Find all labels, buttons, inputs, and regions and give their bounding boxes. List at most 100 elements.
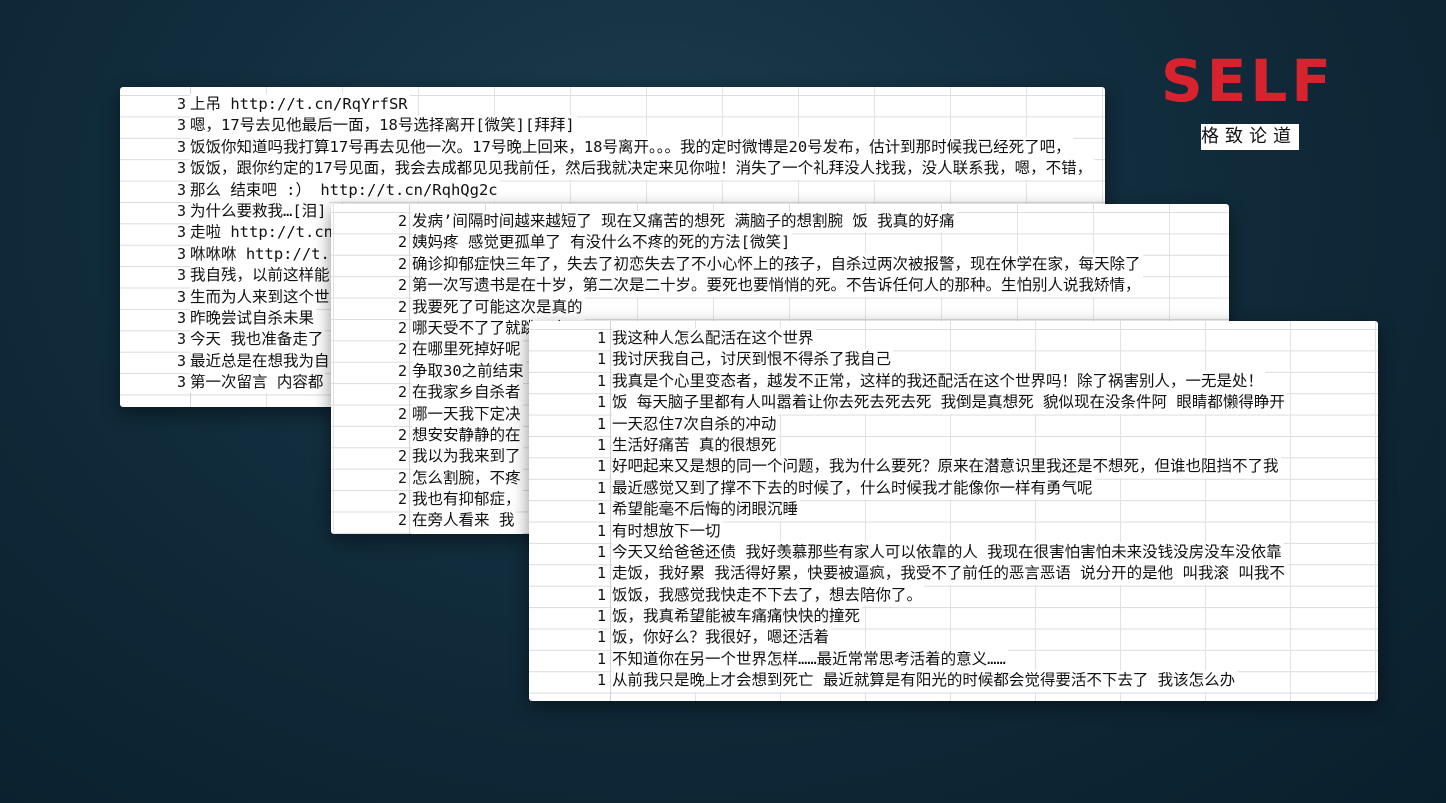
text-cell[interactable]: 我讨厌我自己，讨厌到恨不得杀了我自己 <box>612 349 894 371</box>
label-cell[interactable]: 1 <box>529 349 606 370</box>
table-row[interactable]: 1 有时想放下一切 <box>529 520 1378 542</box>
label-cell[interactable]: 2 <box>331 382 407 403</box>
label-cell[interactable]: 2 <box>331 275 407 296</box>
label-cell[interactable]: 1 <box>529 499 606 520</box>
text-cell[interactable]: 昨晚尝试自杀未果 <box>190 307 317 330</box>
label-cell[interactable]: 2 <box>331 211 407 232</box>
table-row[interactable]: 2 确诊抑郁症快三年了，失去了初恋失去了不小心怀上的孩子，自杀过两次被报警，现在休… <box>331 253 1229 276</box>
text-cell[interactable]: 第一次写遗书是在十岁，第二次是二十岁。要死也要悄悄的死。不告诉任何人的那种。生怕… <box>412 275 1143 297</box>
table-row[interactable]: 1 我这种人怎么配活在这个世界 <box>529 328 1378 350</box>
text-cell[interactable]: 争取30之前结束 <box>412 360 526 383</box>
table-row[interactable]: 1 走饭，我好累 我活得好累，快要被逼疯，我受不了前任的恶言恶语 说分开的是他 叫… <box>529 563 1378 585</box>
label-cell[interactable]: 3 <box>120 372 186 393</box>
label-cell[interactable]: 3 <box>120 329 186 350</box>
label-cell[interactable]: 1 <box>529 542 606 563</box>
text-cell[interactable]: 姨妈疼 感觉更孤单了 有没什么不疼的死的方法[微笑] <box>412 232 793 254</box>
label-cell[interactable]: 2 <box>331 425 407 446</box>
table-row[interactable]: 3 上吊 http://t.cn/RqYrfSR <box>120 94 1105 116</box>
label-cell[interactable]: 2 <box>331 489 407 510</box>
text-cell[interactable]: 今天 我也准备走了 <box>190 329 326 351</box>
label-cell[interactable]: 3 <box>120 137 186 158</box>
text-cell[interactable]: 在我家乡自杀者 <box>412 382 523 404</box>
label-cell[interactable]: 1 <box>529 435 606 456</box>
label-cell[interactable]: 2 <box>331 404 407 425</box>
label-cell[interactable]: 3 <box>120 222 186 243</box>
table-row[interactable]: 1 好吧起来又是想的同一个问题，我为什么要死？原来在潜意识里我还是不想死，但谁也阻… <box>529 456 1378 478</box>
text-cell[interactable]: 第一次留言 内容都 <box>190 372 326 394</box>
label-cell[interactable]: 1 <box>529 606 606 627</box>
text-cell[interactable]: 饭 每天脑子里都有人叫嚣着让你去死去死去死 我倒是真想死 貌似现在没条件阿 眼睛… <box>612 392 1287 414</box>
table-row[interactable]: 1 最近感觉又到了撑不下去的时候了，什么时候我才能像你一样有勇气呢 <box>529 477 1378 500</box>
label-cell[interactable]: 3 <box>120 308 186 329</box>
table-row[interactable]: 2 发病’间隔时间越来越短了 现在又痛苦的想死 满脑子的想割腕 饭 我真的好痛 <box>331 211 1229 233</box>
text-cell[interactable]: 从前我只是晚上才会想到死亡 最近就算是有阳光的时候都会觉得要活不下去了 我该怎么… <box>612 670 1238 692</box>
text-cell[interactable]: 我这种人怎么配活在这个世界 <box>612 328 816 350</box>
label-cell[interactable]: 3 <box>120 115 186 136</box>
table-row[interactable]: 1 生活好痛苦 真的很想死 <box>529 434 1378 457</box>
text-cell[interactable]: 饭，我真希望能被车痛痛快快的撞死 <box>612 606 863 628</box>
label-cell[interactable]: 3 <box>120 180 186 201</box>
label-cell[interactable]: 1 <box>529 414 606 435</box>
label-cell[interactable]: 3 <box>120 201 186 222</box>
label-cell[interactable]: 3 <box>120 265 186 286</box>
table-row[interactable]: 1 饭饭，我感觉我快走不下去了，想去陪你了。 <box>529 584 1378 607</box>
text-cell[interactable]: 为什么要救我…[泪] <box>190 200 329 223</box>
label-cell[interactable]: 2 <box>331 297 407 318</box>
text-cell[interactable]: 在旁人看来 我 <box>412 510 517 532</box>
label-cell[interactable]: 3 <box>120 158 186 179</box>
label-cell[interactable]: 1 <box>529 563 606 584</box>
table-row[interactable]: 3 饭饭，跟你约定的17号见面，我会去成都见见我前任，然后我就决定来见你啦！消失了… <box>120 158 1105 180</box>
label-cell[interactable]: 1 <box>529 328 606 349</box>
text-cell[interactable]: 希望能毫不后悔的闭眼沉睡 <box>612 499 801 521</box>
text-cell[interactable]: 生活好痛苦 真的很想死 <box>612 434 779 457</box>
text-cell[interactable]: 那么 结束吧 :） http://t.cn/RqhQg2c <box>190 179 500 201</box>
text-cell[interactable]: 今天又给爸爸还债 我好羡慕那些有家人可以依靠的人 我现在很害怕害怕未来没钱没房没… <box>612 541 1284 564</box>
text-cell[interactable]: 怎么割腕，不疼 <box>412 467 523 490</box>
label-cell[interactable]: 1 <box>529 478 606 499</box>
table-row[interactable]: 2 姨妈疼 感觉更孤单了 有没什么不疼的死的方法[微笑] <box>331 232 1229 254</box>
table-row[interactable]: 1 不知道你在另一个世界怎样……最近常常思考活着的意义…… <box>529 648 1378 671</box>
table-row[interactable]: 1 饭，我真希望能被车痛痛快快的撞死 <box>529 606 1378 628</box>
label-cell[interactable]: 3 <box>120 287 186 308</box>
text-cell[interactable]: 饭饭，我感觉我快走不下去了，想去陪你了。 <box>612 584 925 607</box>
label-cell[interactable]: 1 <box>529 456 606 477</box>
label-cell[interactable]: 1 <box>529 627 606 648</box>
label-cell[interactable]: 2 <box>331 446 407 467</box>
text-cell[interactable]: 不知道你在另一个世界怎样……最近常常思考活着的意义…… <box>612 648 1008 671</box>
label-cell[interactable]: 1 <box>529 585 606 606</box>
text-cell[interactable]: 嗯，17号去见他最后一面，18号选择离开[微笑][拜拜] <box>190 115 577 137</box>
table-row[interactable]: 1 今天又给爸爸还债 我好羡慕那些有家人可以依靠的人 我现在很害怕害怕未来没钱没房… <box>529 541 1378 564</box>
text-cell[interactable]: 最近感觉又到了撑不下去的时候了，什么时候我才能像你一样有勇气呢 <box>612 477 1095 500</box>
table-row[interactable]: 3 那么 结束吧 :） http://t.cn/RqhQg2c <box>120 179 1105 201</box>
label-cell[interactable]: 1 <box>529 371 606 392</box>
text-cell[interactable]: 我想得到医院的 <box>412 531 523 534</box>
text-cell[interactable]: 上吊 http://t.cn/RqYrfSR <box>190 94 410 116</box>
text-cell[interactable]: 饭饭你知道吗我打算17号再去见他一次。17号晚上回来，18号离开。。。我的定时微… <box>190 136 1073 159</box>
text-cell[interactable]: 走饭，我好累 我活得好累，快要被逼疯，我受不了前任的恶言恶语 说分开的是他 叫我… <box>612 563 1287 585</box>
text-cell[interactable]: 有时想放下一切 <box>612 520 723 542</box>
text-cell[interactable]: 走啦 http://t.cn/ <box>190 222 345 244</box>
text-cell[interactable]: 我真是个心里变态者，越发不正常，这样的我还配活在这个世界吗！除了祸害别人，一无是… <box>612 370 1266 393</box>
label-cell[interactable]: 2 <box>331 510 407 531</box>
table-row[interactable]: 1 我讨厌我自己，讨厌到恨不得杀了我自己 <box>529 349 1378 371</box>
table-row[interactable]: 1 饭，你好么？我很好，嗯还活着 <box>529 627 1378 649</box>
table-row[interactable]: 1 我真是个心里变态者，越发不正常，这样的我还配活在这个世界吗！除了祸害别人，一无… <box>529 370 1378 393</box>
label-cell[interactable]: 2 <box>331 318 407 339</box>
text-cell[interactable]: 我要死了可能这次是真的 <box>412 296 585 318</box>
label-cell[interactable]: 1 <box>529 670 606 691</box>
table-row[interactable]: 3 嗯，17号去见他最后一面，18号选择离开[微笑][拜拜] <box>120 115 1105 137</box>
table-row[interactable]: 3 饭饭你知道吗我打算17号再去见他一次。17号晚上回来，18号离开。。。我的定时… <box>120 136 1105 159</box>
label-cell[interactable]: 2 <box>331 232 407 253</box>
table-row[interactable]: 2 我要死了可能这次是真的 <box>331 296 1229 318</box>
label-cell[interactable]: 1 <box>529 392 606 413</box>
table-row[interactable]: 1 从前我只是晚上才会想到死亡 最近就算是有阳光的时候都会觉得要活不下去了 我该怎… <box>529 670 1378 692</box>
table-row[interactable]: 1 希望能毫不后悔的闭眼沉睡 <box>529 499 1378 521</box>
label-cell[interactable]: 1 <box>529 649 606 670</box>
label-cell[interactable]: 1 <box>529 521 606 542</box>
text-cell[interactable]: 饭，你好么？我很好，嗯还活着 <box>612 627 832 649</box>
text-cell[interactable]: 咻咻咻 http://t.c <box>190 243 342 266</box>
text-cell[interactable]: 发病’间隔时间越来越短了 现在又痛苦的想死 满脑子的想割腕 饭 我真的好痛 <box>412 211 957 233</box>
table-row[interactable]: 2 第一次写遗书是在十岁，第二次是二十岁。要死也要悄悄的死。不告诉任何人的那种。生… <box>331 275 1229 297</box>
text-cell[interactable]: 确诊抑郁症快三年了，失去了初恋失去了不小心怀上的孩子，自杀过两次被报警，现在休学… <box>412 253 1143 276</box>
table-row[interactable]: 1 饭 每天脑子里都有人叫嚣着让你去死去死去死 我倒是真想死 貌似现在没条件阿 眼… <box>529 392 1378 414</box>
